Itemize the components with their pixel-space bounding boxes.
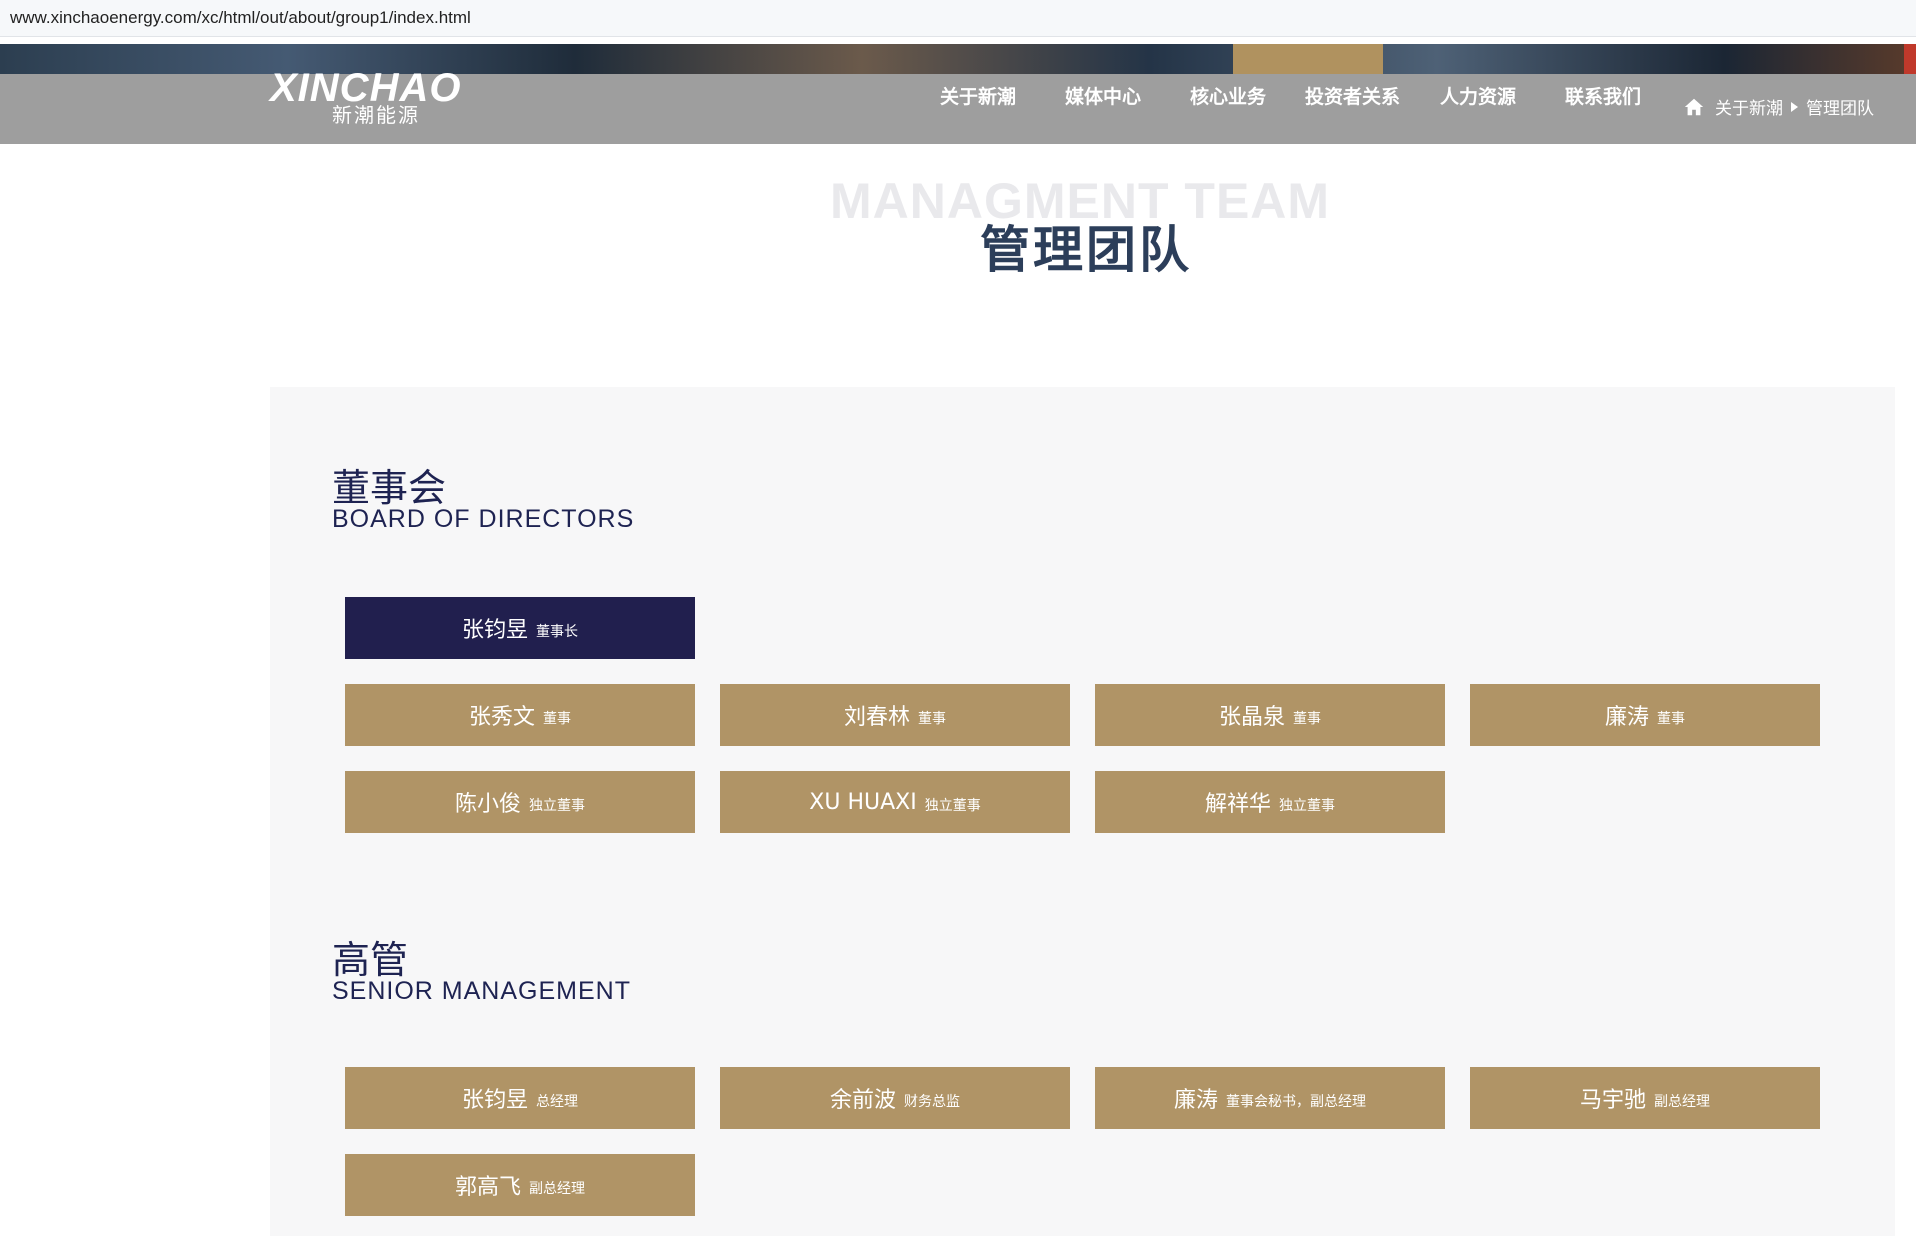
breadcrumb-item-about[interactable]: 关于新潮 — [1715, 94, 1783, 119]
board-heading-cn: 董事会 — [332, 466, 447, 510]
member-role: 董事会秘书，副总经理 — [1226, 1094, 1366, 1110]
member-card[interactable]: 张钧昱 总经理 — [345, 1067, 695, 1129]
member-card[interactable]: 张晶泉 董事 — [1095, 684, 1445, 746]
active-nav-indicator — [1233, 44, 1383, 74]
nav-item-business[interactable]: 核心业务 — [1190, 82, 1266, 109]
team-panel: 董事会 BOARD OF DIRECTORS 张钧昱 董事长 张秀文 董事 刘春… — [270, 387, 1895, 1236]
member-name: 张钧昱 — [461, 618, 528, 643]
member-card[interactable]: 廉涛 董事 — [1470, 684, 1820, 746]
nav-item-contact[interactable]: 联系我们 — [1565, 82, 1641, 109]
member-role: 董事长 — [536, 624, 578, 640]
member-card-chairman[interactable]: 张钧昱 董事长 — [345, 597, 695, 659]
member-role: 董事 — [543, 711, 571, 727]
member-card[interactable]: 郭高飞 副总经理 — [345, 1154, 695, 1216]
member-name: 刘春林 — [843, 705, 910, 730]
nav-item-about[interactable]: 关于新潮 — [940, 82, 1016, 109]
member-card[interactable]: XU HUAXI 独立董事 — [720, 771, 1070, 833]
member-name: 陈小俊 — [454, 792, 521, 817]
member-name: XU HUAXI — [809, 789, 917, 815]
member-name: 张秀文 — [468, 705, 535, 730]
breadcrumb-item-current: 管理团队 — [1806, 99, 1874, 119]
home-icon[interactable] — [1683, 96, 1705, 118]
nav-item-investors[interactable]: 投资者关系 — [1305, 82, 1400, 109]
banner-edge-mark — [1904, 44, 1916, 74]
member-name: 张钧昱 — [461, 1088, 528, 1113]
member-name: 张晶泉 — [1218, 705, 1285, 730]
member-name: 廉涛 — [1173, 1088, 1218, 1113]
member-card[interactable]: 马宇驰 副总经理 — [1470, 1067, 1820, 1129]
member-role: 副总经理 — [529, 1181, 585, 1197]
member-role: 财务总监 — [904, 1094, 960, 1110]
breadcrumb: 关于新潮 管理团队 — [1683, 94, 1874, 119]
board-heading-en: BOARD OF DIRECTORS — [332, 505, 635, 533]
member-name: 马宇驰 — [1579, 1088, 1646, 1113]
member-role: 总经理 — [536, 1094, 578, 1110]
nav-item-hr[interactable]: 人力资源 — [1440, 82, 1516, 109]
member-card[interactable]: 廉涛 董事会秘书，副总经理 — [1095, 1067, 1445, 1129]
member-name: 郭高飞 — [454, 1175, 521, 1200]
member-card[interactable]: 陈小俊 独立董事 — [345, 771, 695, 833]
url-text[interactable]: www.xinchaoenergy.com/xc/html/out/about/… — [10, 8, 471, 28]
member-card[interactable]: 刘春林 董事 — [720, 684, 1070, 746]
member-card[interactable]: 余前波 财务总监 — [720, 1067, 1070, 1129]
nav-item-media[interactable]: 媒体中心 — [1065, 82, 1141, 109]
member-name: 解祥华 — [1204, 792, 1271, 817]
member-role: 副总经理 — [1654, 1094, 1710, 1110]
member-name: 余前波 — [829, 1088, 896, 1113]
member-card[interactable]: 解祥华 独立董事 — [1095, 771, 1445, 833]
member-role: 董事 — [918, 711, 946, 727]
member-name: 廉涛 — [1604, 705, 1649, 730]
member-role: 董事 — [1293, 711, 1321, 727]
management-heading-en: SENIOR MANAGEMENT — [332, 977, 631, 1005]
logo-text-cn: 新潮能源 — [332, 103, 420, 127]
management-heading-cn: 高管 — [332, 938, 409, 982]
member-role: 独立董事 — [529, 798, 585, 814]
member-role: 董事 — [1657, 711, 1685, 727]
address-bar[interactable]: www.xinchaoenergy.com/xc/html/out/about/… — [0, 0, 1916, 37]
member-card[interactable]: 张秀文 董事 — [345, 684, 695, 746]
site-logo[interactable]: XINCHAO 新潮能源 — [270, 68, 500, 127]
member-role: 独立董事 — [924, 798, 981, 814]
breadcrumb-separator-icon — [1791, 101, 1798, 112]
page-title: 管理团队 — [980, 221, 1192, 279]
member-role: 独立董事 — [1279, 798, 1335, 814]
